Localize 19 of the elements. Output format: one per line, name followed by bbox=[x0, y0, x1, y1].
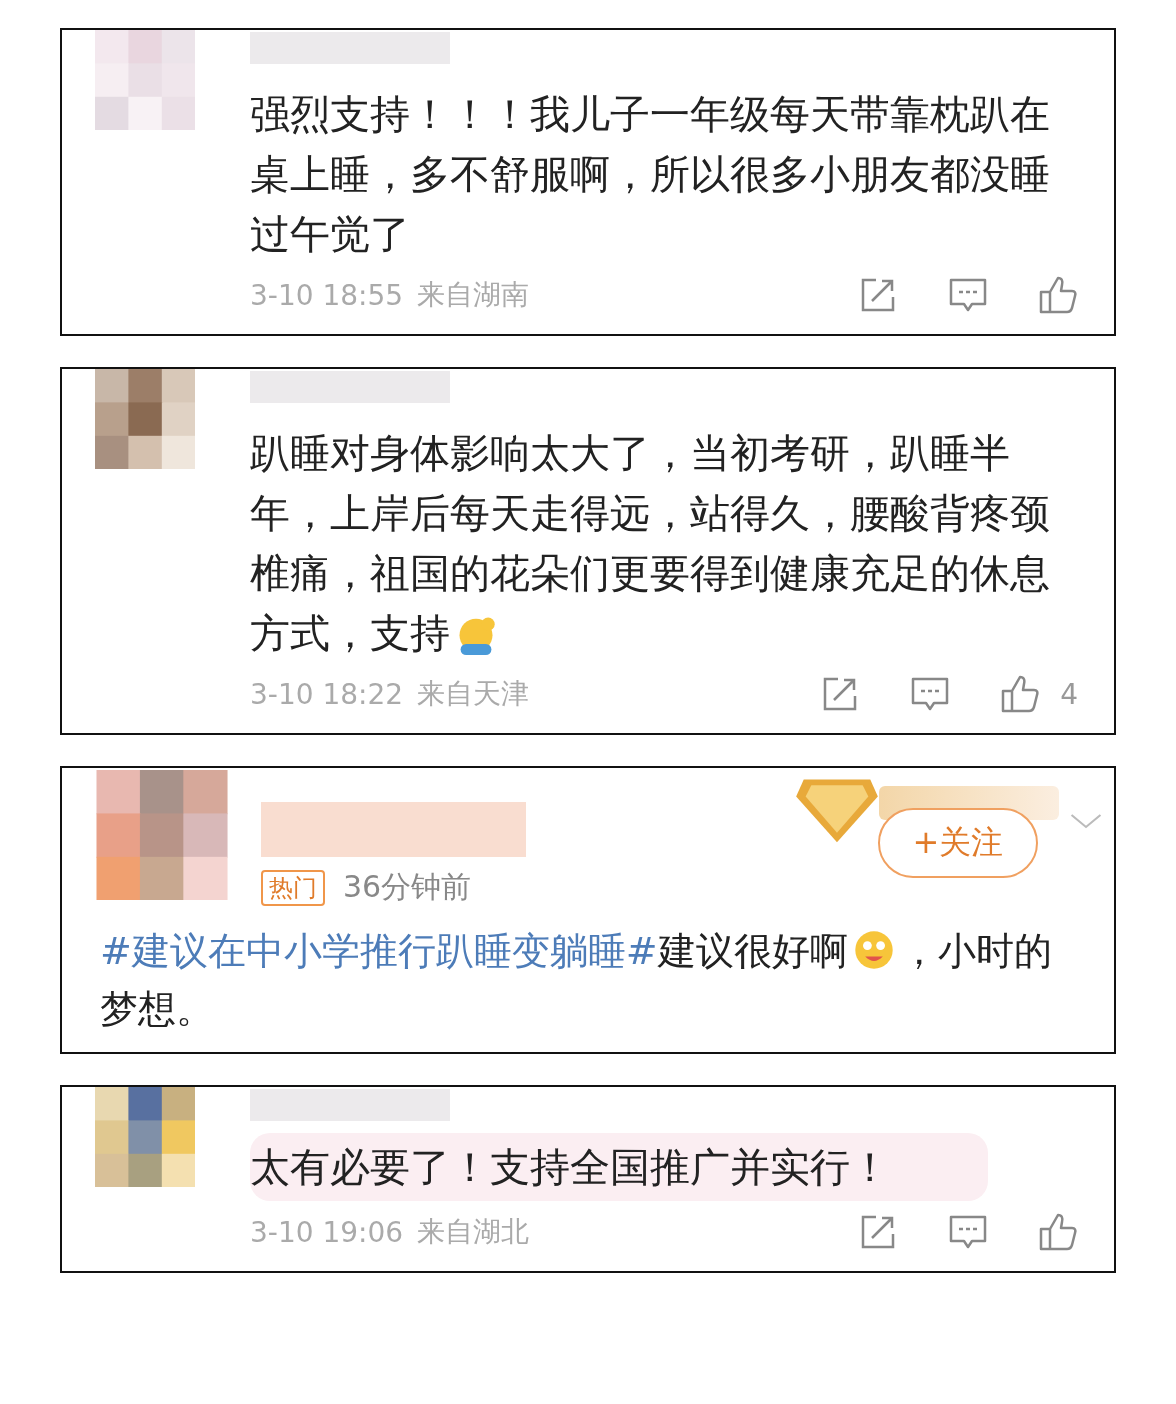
comment-time: 3-10 18:22 bbox=[250, 677, 404, 711]
like-icon[interactable] bbox=[1038, 275, 1078, 315]
comment-time: 36分钟前 bbox=[343, 868, 472, 906]
chevron-down-icon[interactable] bbox=[1069, 812, 1103, 830]
hashtag-link[interactable]: #建议在中小学推行趴睡变躺睡# bbox=[100, 929, 658, 973]
like-icon[interactable] bbox=[1000, 674, 1041, 714]
hot-tag: 热门 bbox=[261, 869, 325, 906]
like-count: 4 bbox=[1060, 677, 1078, 711]
like-icon[interactable] bbox=[1038, 1212, 1078, 1252]
comment-location: 来自湖南 bbox=[417, 277, 530, 313]
comment-location: 来自湖北 bbox=[417, 1214, 530, 1250]
comment-time: 3-10 19:06 bbox=[250, 1215, 404, 1249]
comment-time: 3-10 18:55 bbox=[250, 278, 404, 312]
comment-text: #建议在中小学推行趴睡变躺睡#建议很好啊 ，小时的梦想。 bbox=[99, 927, 1053, 1033]
comment-location: 来自天津 bbox=[417, 676, 530, 712]
comment-text: 强烈支持！！！我儿子一年级每天带靠枕趴在桌上睡，多不舒服啊，所以很多小朋友都没睡过午觉了 bbox=[250, 90, 1051, 259]
comment-text: 趴睡对身体影响太大了，当初考研，趴睡半年，上岸后每天走得远，站得久，腰酸背疼颈椎痛，祖国的花朵们更要得到健康充足的休息方式，支持 bbox=[250, 429, 1051, 658]
comment-text: 太有必要了！支持全国推广并实行！ bbox=[250, 1143, 891, 1192]
follow-button[interactable]: +关注 bbox=[878, 808, 1038, 878]
